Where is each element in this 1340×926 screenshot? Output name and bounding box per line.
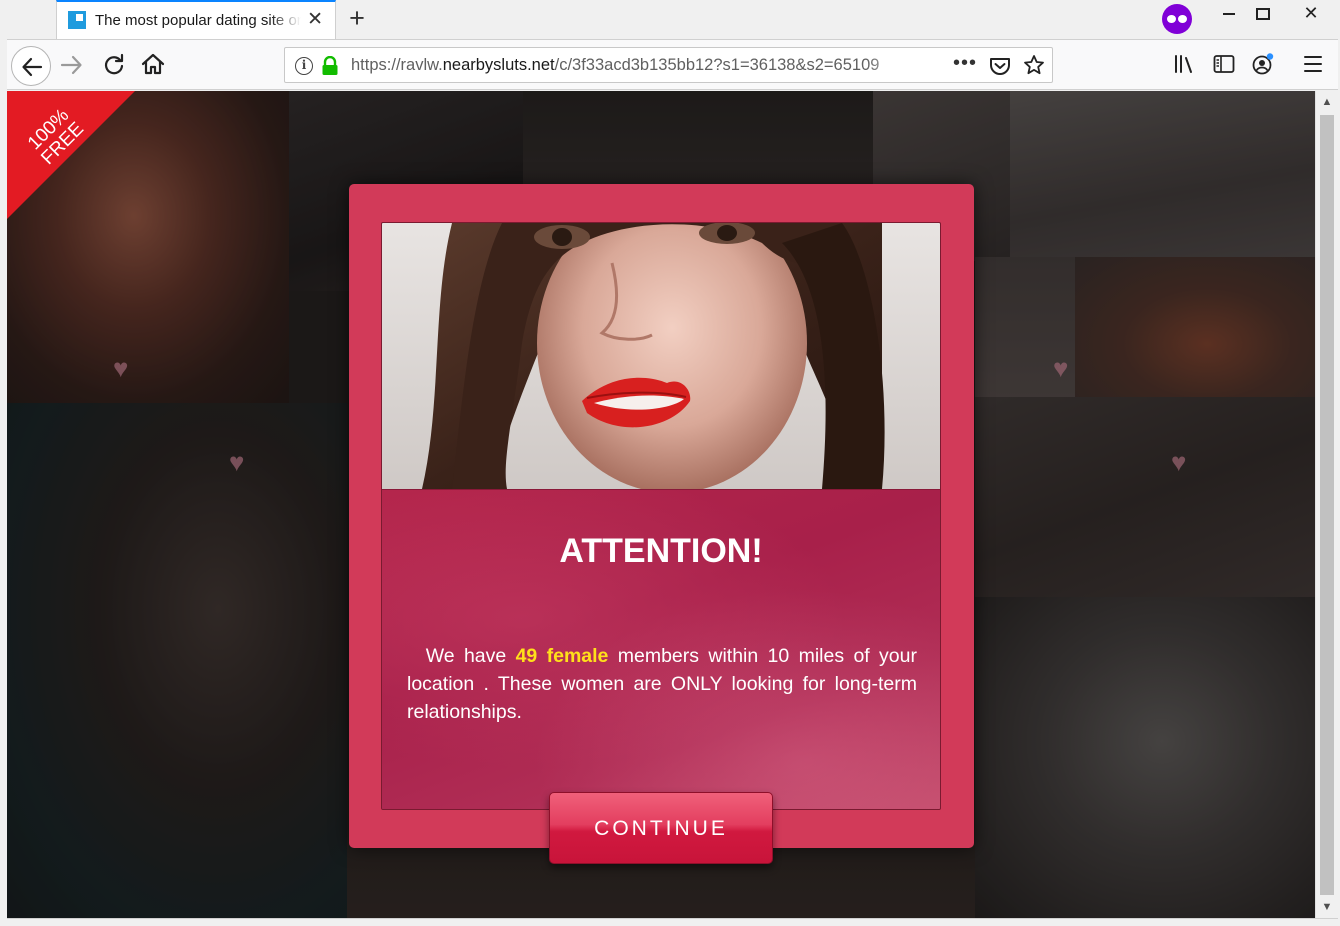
attention-modal: ATTENTION! We have 49 female members wit… [349,184,974,864]
pocket-icon[interactable] [989,56,1011,76]
page-actions-icon[interactable]: ••• [953,52,977,75]
navigation-toolbar: i https://ravlw.nearbysluts.net/c/3f33ac… [7,39,1338,90]
url-text[interactable]: https://ravlw.nearbysluts.net/c/3f33acd3… [351,56,911,75]
minimize-icon [1223,13,1235,16]
firefox-account-icon[interactable] [1251,52,1275,76]
status-bar [7,918,1338,926]
tab-strip: The most popular dating site online ✕ + … [0,0,1340,39]
page-scrollbar[interactable]: ▲ ▼ [1315,91,1338,918]
back-button[interactable] [11,46,51,86]
site-info-icon[interactable]: i [295,57,313,75]
tab-active[interactable]: The most popular dating site online ✕ [56,0,336,39]
modal-body: ATTENTION! We have 49 female members wit… [382,489,940,809]
private-browsing-icon [1162,4,1192,34]
modal-card: ATTENTION! We have 49 female members wit… [381,222,941,810]
home-button[interactable] [140,51,166,77]
library-icon[interactable] [1173,54,1195,74]
sidebar-toggle-icon[interactable] [1213,54,1235,74]
new-tab-button[interactable]: + [345,4,369,32]
maximize-icon [1256,8,1270,21]
site-favicon-icon [68,11,86,29]
member-count-highlight: 49 female [515,645,609,667]
url-path: /c/3f33acd3b135bb12?s1=36138&s2=65109 [554,56,880,74]
scrollbar-thumb[interactable] [1320,115,1334,895]
scroll-down-arrow-icon[interactable]: ▼ [1316,896,1338,918]
modal-title: ATTENTION! [559,532,763,570]
url-host: nearbysluts.net [442,56,555,74]
lock-icon [322,56,338,75]
hamburger-menu-icon[interactable] [1303,55,1323,73]
continue-button[interactable]: CONTINUE [549,792,773,864]
page-content: ♥ ♥ ♥ ♥ 100% FREE ATTENTION! We have 49 … [7,91,1315,918]
profile-photo [382,223,940,489]
url-subdomain: ravlw. [400,56,443,74]
profile-photo-illustration [382,223,940,489]
tab-title: The most popular dating site online [95,12,301,29]
window-close-button[interactable]: ✕ [1288,0,1334,28]
window-maximize-button[interactable] [1240,0,1286,28]
reload-button[interactable] [101,52,127,78]
forward-button[interactable] [59,52,85,78]
back-arrow-icon [22,57,43,77]
url-bar[interactable]: i https://ravlw.nearbysluts.net/c/3f33ac… [284,47,1053,83]
scroll-up-arrow-icon[interactable]: ▲ [1316,91,1338,113]
url-scheme: https:// [351,56,401,74]
bookmark-star-icon[interactable] [1023,54,1045,76]
modal-message: We have 49 female members within 10 mile… [407,642,917,726]
tab-close-icon[interactable]: ✕ [307,10,323,29]
message-prefix: We have [425,645,516,667]
